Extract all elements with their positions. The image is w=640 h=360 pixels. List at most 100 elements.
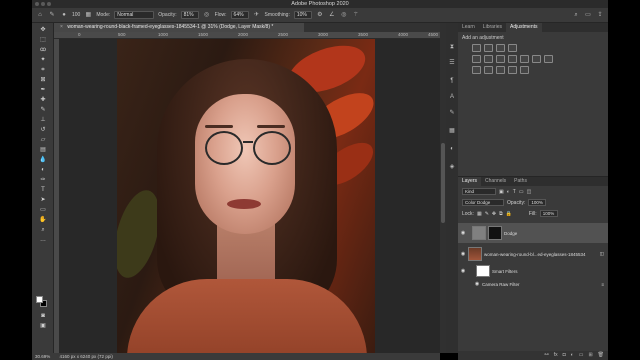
history-brush-tool-icon[interactable]: ↺ (36, 127, 50, 134)
lock-pixels-icon[interactable]: ▦ (477, 211, 482, 217)
color-lookup-icon[interactable] (544, 55, 553, 63)
levels-icon[interactable] (484, 44, 493, 52)
airbrush-icon[interactable]: ✈ (253, 11, 261, 19)
document-dimensions[interactable]: 4160 px x 6240 px (72 ppi) (60, 354, 113, 359)
screen-mode-icon[interactable]: ▣ (36, 323, 50, 330)
filter-shape-icon[interactable]: ▭ (519, 189, 524, 195)
adjustment-icon[interactable]: ◐ (571, 351, 574, 360)
history-panel-icon[interactable]: ⧗ (448, 43, 456, 51)
search-icon[interactable]: ⌕ (572, 11, 580, 19)
visibility-eye-icon[interactable]: ◉ (458, 268, 468, 274)
hue-saturation-icon[interactable] (484, 55, 493, 63)
document-tab[interactable]: × woman-wearing-round-black-framed-eyegl… (54, 23, 304, 32)
visibility-eye-icon[interactable]: ◉ (458, 251, 468, 257)
zoom-tool-icon[interactable]: ⌕ (36, 227, 50, 234)
folder-icon[interactable]: ▭ (579, 351, 584, 360)
flow-field[interactable]: 64% (230, 11, 249, 19)
color-panel-icon[interactable]: ◐ (448, 145, 456, 153)
fx-icon[interactable]: fx (554, 351, 558, 360)
brush-settings-icon[interactable]: ▦ (84, 11, 92, 19)
invert-icon[interactable] (472, 66, 481, 74)
fill-field[interactable]: 100% (539, 210, 558, 217)
mask-icon[interactable]: ◘ (563, 351, 566, 360)
posterize-icon[interactable] (484, 66, 493, 74)
tab-layers[interactable]: Layers (458, 177, 482, 186)
brightness-contrast-icon[interactable] (472, 44, 481, 52)
clone-stamp-tool-icon[interactable]: ⊥ (36, 117, 50, 124)
blur-tool-icon[interactable]: 💧 (36, 157, 50, 164)
brush-preset-icon[interactable]: ● (60, 11, 68, 19)
tab-learn[interactable]: Learn (458, 23, 479, 32)
brush-size[interactable]: 100 (72, 12, 80, 18)
color-balance-icon[interactable] (496, 55, 505, 63)
visibility-eye-icon[interactable]: ◉ (458, 230, 468, 236)
frame-tool-icon[interactable]: ⊠ (36, 77, 50, 84)
lasso-tool-icon[interactable]: ꝏ (36, 47, 50, 54)
tab-paths[interactable]: Paths (510, 177, 531, 186)
canvas-area[interactable] (59, 39, 440, 353)
move-tool-icon[interactable]: ✥ (36, 27, 50, 34)
more-tools-icon[interactable]: … (36, 237, 50, 244)
pressure-size-icon[interactable]: ◎ (340, 11, 348, 19)
paragraph-panel-icon[interactable]: ¶ (448, 77, 456, 85)
brush-tool-icon[interactable]: ✎ (36, 107, 50, 114)
filter-pixel-icon[interactable]: ▣ (499, 189, 504, 195)
scrollbar-thumb[interactable] (441, 143, 445, 223)
dodge-tool-icon[interactable]: ◐ (36, 167, 50, 174)
rectangle-tool-icon[interactable]: ▭ (36, 207, 50, 214)
vibrance-icon[interactable] (472, 55, 481, 63)
navigator-panel-icon[interactable]: ◈ (448, 163, 456, 171)
home-icon[interactable]: ⌂ (36, 11, 44, 19)
layer-name[interactable]: Dodge (504, 231, 517, 236)
eraser-tool-icon[interactable]: ▱ (36, 137, 50, 144)
trash-icon[interactable]: 🗑 (598, 351, 604, 360)
angle-icon[interactable]: ∠ (328, 11, 336, 19)
layer-name[interactable]: woman-wearing-round-bl...ed-eyeglasses-1… (484, 252, 586, 257)
black-white-icon[interactable] (508, 55, 517, 63)
type-tool-icon[interactable]: T (36, 187, 50, 194)
filter-adjustment-icon[interactable]: ◐ (507, 189, 510, 195)
character-panel-icon[interactable]: A (448, 93, 456, 101)
selective-color-icon[interactable] (508, 66, 517, 74)
zoom-window-button[interactable] (47, 2, 51, 6)
close-tab-icon[interactable]: × (60, 24, 63, 30)
hand-tool-icon[interactable]: ✋ (36, 217, 50, 224)
lock-all-icon[interactable]: 🔒 (506, 211, 512, 217)
quick-mask-icon[interactable]: ◙ (36, 313, 50, 320)
link-icon[interactable]: ⚯ (545, 351, 549, 360)
smoothing-options-icon[interactable]: ⚙ (316, 11, 324, 19)
close-window-button[interactable] (35, 2, 39, 6)
brush-tool-icon[interactable]: ✎ (48, 11, 56, 19)
foreground-color-swatch[interactable] (36, 296, 43, 303)
workspace-icon[interactable]: ▭ (584, 11, 592, 19)
mode-select[interactable]: Normal (114, 11, 155, 19)
lock-artboard-icon[interactable]: ⧉ (499, 211, 503, 217)
lock-position-icon[interactable]: ✥ (492, 211, 496, 217)
exposure-icon[interactable] (508, 44, 517, 52)
eyedropper-tool-icon[interactable]: ✒ (36, 87, 50, 94)
gradient-tool-icon[interactable]: ▤ (36, 147, 50, 154)
filter-options-icon[interactable]: ≡ (601, 282, 604, 287)
curves-icon[interactable] (496, 44, 505, 52)
quick-select-tool-icon[interactable]: ✦ (36, 57, 50, 64)
threshold-icon[interactable] (496, 66, 505, 74)
filter-kind-select[interactable]: Kind (462, 188, 496, 195)
swatches-panel-icon[interactable]: ▦ (448, 127, 456, 135)
smoothing-field[interactable]: 10% (293, 11, 312, 19)
healing-brush-tool-icon[interactable]: ✚ (36, 97, 50, 104)
camera-raw-filter-row[interactable]: ◉ Camera Raw Filter ≡ (458, 279, 608, 289)
symmetry-icon[interactable]: ⚚ (352, 11, 360, 19)
layer-opacity-field[interactable]: 100% (528, 199, 547, 206)
pen-tool-icon[interactable]: ✑ (36, 177, 50, 184)
opacity-field[interactable]: 81% (180, 11, 199, 19)
blend-mode-select[interactable]: Color Dodge (462, 199, 504, 206)
path-selection-tool-icon[interactable]: ➤ (36, 197, 50, 204)
tab-libraries[interactable]: Libraries (479, 23, 506, 32)
smart-filter-mask[interactable] (476, 265, 490, 277)
layer-mask-thumbnail[interactable] (488, 226, 502, 240)
marquee-tool-icon[interactable]: ⬚ (36, 37, 50, 44)
lock-brush-icon[interactable]: ✎ (485, 211, 489, 217)
brush-settings-panel-icon[interactable]: ✎ (448, 109, 456, 117)
smart-filters-row[interactable]: ◉ Smart Filters (458, 264, 608, 278)
document-image[interactable] (117, 39, 375, 353)
